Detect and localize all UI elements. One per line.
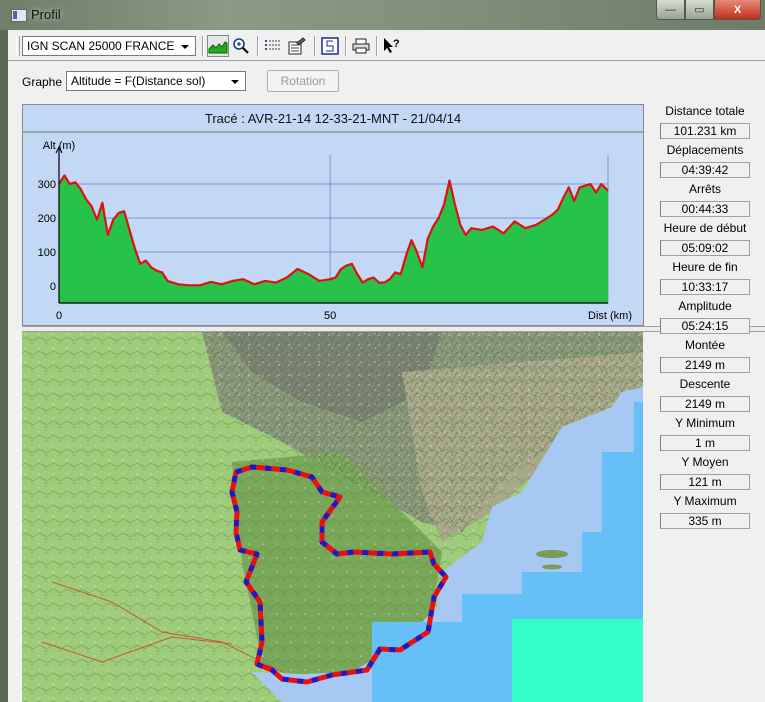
curve-icon xyxy=(321,37,339,55)
stat-label: Y Minimum xyxy=(675,416,735,430)
toolbar-separator xyxy=(345,36,347,56)
rotation-button[interactable]: Rotation xyxy=(267,70,339,92)
stat-value: 121 m xyxy=(660,474,750,490)
stat-label: Arrêts xyxy=(688,182,721,196)
map-island xyxy=(542,564,562,570)
properties-icon xyxy=(288,37,306,55)
stats-panel: Distance totale 101.231 km Déplacements 04:… xyxy=(650,104,760,533)
list-button[interactable] xyxy=(262,35,284,57)
toolbar-separator xyxy=(376,36,378,56)
map-island xyxy=(536,550,568,558)
stat-value: 05:09:02 xyxy=(660,240,750,256)
title-bar: Profil — ▭ X xyxy=(0,0,765,30)
stat-value: 2149 m xyxy=(660,357,750,373)
stat-5: Amplitude 05:24:15 xyxy=(650,299,760,338)
stat-label: Descente xyxy=(679,377,731,391)
curve-button[interactable] xyxy=(319,35,341,57)
maximize-icon: ▭ xyxy=(694,4,705,16)
minimize-button[interactable]: — xyxy=(656,0,685,20)
stat-6: Montée 2149 m xyxy=(650,338,760,377)
stat-10: Y Maximum 335 m xyxy=(650,494,760,533)
toolbar-separator xyxy=(202,36,204,56)
y-tick-label: 200 xyxy=(38,213,56,225)
svg-text:?: ? xyxy=(393,38,400,50)
list-icon xyxy=(265,40,281,50)
print-button[interactable] xyxy=(350,35,372,57)
maximize-button[interactable]: ▭ xyxy=(685,0,714,20)
x-axis-label: Dist (km) xyxy=(588,310,632,322)
stat-8: Y Minimum 1 m xyxy=(650,416,760,455)
stat-2: Arrêts 00:44:33 xyxy=(650,182,760,221)
stat-value: 1 m xyxy=(660,435,750,451)
stat-label: Amplitude xyxy=(678,299,732,313)
map-source-select[interactable]: IGN SCAN 25000 FRANCE xyxy=(22,36,196,56)
app-icon xyxy=(11,9,27,22)
stat-value: 10:33:17 xyxy=(660,279,750,295)
properties-button[interactable] xyxy=(286,35,308,57)
profile-chart-icon xyxy=(208,41,228,54)
window-title: Profil xyxy=(31,7,61,22)
printer-icon xyxy=(352,38,370,54)
toolbar-grip[interactable] xyxy=(16,36,20,56)
toolbar-separator xyxy=(314,36,316,56)
graph-type-value: Altitude = F(Distance sol) xyxy=(71,74,206,88)
profile-graph-button[interactable] xyxy=(207,35,229,57)
stat-label: Montée xyxy=(684,338,726,352)
close-button[interactable]: X xyxy=(714,0,761,20)
toolbar-separator xyxy=(257,36,259,56)
y-tick-label: 100 xyxy=(38,247,56,259)
zoom-button[interactable] xyxy=(230,35,252,57)
stat-value: 101.231 km xyxy=(660,123,750,139)
stat-label: Y Maximum xyxy=(673,494,737,508)
stat-3: Heure de début 05:09:02 xyxy=(650,221,760,260)
zoom-icon xyxy=(233,38,249,54)
stat-label: Heure de début xyxy=(663,221,747,235)
map-view[interactable] xyxy=(22,332,643,702)
stat-value: 00:44:33 xyxy=(660,201,750,217)
x-tick-label: 50 xyxy=(324,310,336,322)
elevation-profile: Tracé : AVR-21-14 12-33-21-MNT - 21/04/1… xyxy=(22,104,644,326)
stat-9: Y Moyen 121 m xyxy=(650,455,760,494)
stat-value: 05:24:15 xyxy=(660,318,750,334)
stat-value: 2149 m xyxy=(660,396,750,412)
x-tick-label: 0 xyxy=(56,310,62,322)
stat-label: Y Moyen xyxy=(681,455,729,469)
toolbar: IGN SCAN 25000 FRANCE ? xyxy=(8,32,765,61)
help-pointer-icon: ? xyxy=(384,38,400,53)
stat-1: Déplacements 04:39:42 xyxy=(650,143,760,182)
stat-value: 335 m xyxy=(660,513,750,529)
stat-value: 04:39:42 xyxy=(660,162,750,178)
profile-area xyxy=(59,175,608,303)
chevron-down-icon xyxy=(228,76,242,88)
profile-chart[interactable]: Alt (m) 0 100 200 300 0 50 Dist (km) xyxy=(23,105,643,325)
help-button[interactable]: ? xyxy=(381,35,403,57)
graph-type-select[interactable]: Altitude = F(Distance sol) xyxy=(66,71,246,91)
graph-label: Graphe xyxy=(22,75,63,89)
y-axis-label: Alt (m) xyxy=(43,140,75,152)
map-sea-tile xyxy=(512,619,643,702)
minimize-icon: — xyxy=(665,3,676,16)
stat-label: Heure de fin xyxy=(672,260,738,274)
y-tick-label: 0 xyxy=(50,281,56,293)
close-icon: X xyxy=(733,3,742,16)
stat-0: Distance totale 101.231 km xyxy=(650,104,760,143)
y-tick-label: 300 xyxy=(38,179,56,191)
topographic-map xyxy=(22,332,643,702)
stat-7: Descente 2149 m xyxy=(650,377,760,416)
chevron-down-icon xyxy=(178,41,192,53)
stat-4: Heure de fin 10:33:17 xyxy=(650,260,760,299)
map-source-value: IGN SCAN 25000 FRANCE xyxy=(27,39,175,53)
stat-label: Distance totale xyxy=(665,104,745,118)
stat-label: Déplacements xyxy=(666,143,744,157)
